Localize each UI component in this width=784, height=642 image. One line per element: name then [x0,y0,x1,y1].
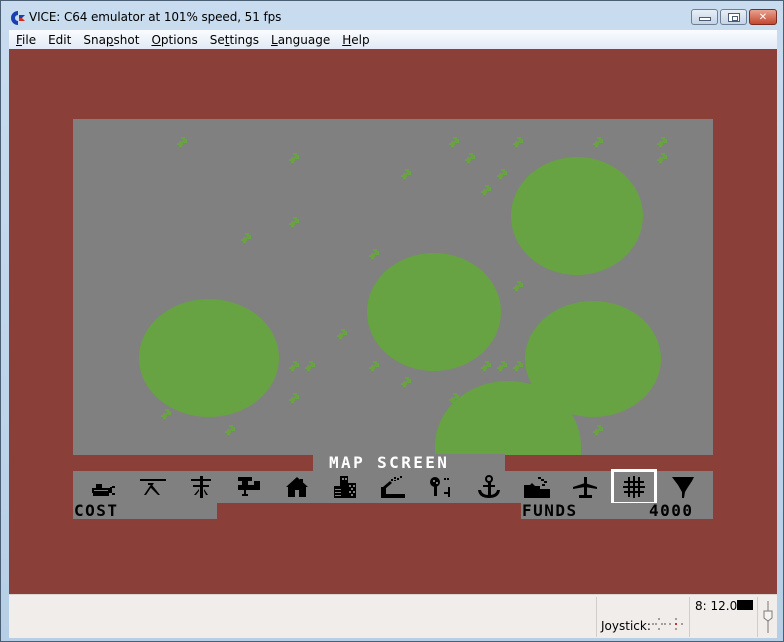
menu-settings[interactable]: Settings [204,31,265,49]
menu-snapshot[interactable]: Snapshot [77,31,145,49]
menu-edit[interactable]: Edit [42,31,77,49]
shrub-icon [657,137,667,147]
joystick-label: Joystick: [601,619,651,633]
map-screen-banner: MAP SCREEN [313,454,505,471]
shrub-icon [593,425,603,435]
shrub-icon [369,249,379,259]
title-bar[interactable]: VICE: C64 emulator at 101% speed, 51 fps… [1,1,783,31]
close-icon: ✕ [758,11,768,23]
joystick-port-2-icon[interactable] [669,617,683,631]
close-button[interactable]: ✕ [749,9,777,25]
shrub-icon [449,137,459,147]
shrub-icon [401,377,411,387]
menu-file[interactable]: File [9,31,42,49]
tool-industry[interactable] [513,471,561,503]
shrub-icon [481,185,491,195]
tool-map-grid[interactable] [611,469,657,505]
tool-road[interactable] [129,471,177,503]
banner-text: MAP SCREEN [329,453,450,472]
shrub-icon [513,361,523,371]
shrub-icon [401,169,411,179]
forest-patch [511,157,643,275]
tool-bulldozer[interactable] [81,471,129,503]
tool-palette [73,469,713,505]
forest-patch [139,299,279,417]
house-icon [286,477,308,497]
shrub-icon [593,137,603,147]
port-anchor-icon [478,475,500,498]
forest-patch [367,253,501,371]
map-grid-icon [623,476,645,498]
tool-power-line[interactable] [177,471,225,503]
cost-panel: COST [73,503,217,519]
shrub-icon [225,425,235,435]
tool-airport[interactable] [561,471,609,503]
shrub-icon [465,153,475,163]
shrub-icon [289,361,299,371]
shrub-icon [161,409,171,419]
funds-panel: FUNDS 4000 [521,503,713,519]
tool-water-pipe[interactable] [225,471,273,503]
office-building-icon [334,476,356,498]
shrub-icon [305,361,315,371]
status-divider [757,597,758,637]
tool-park[interactable] [417,471,465,503]
joystick-port-1-icon[interactable] [652,617,666,631]
shrub-icon [177,137,187,147]
shrub-icon [337,329,347,339]
drive-status: 8: 12.0 [695,599,738,613]
tool-disaster[interactable] [659,471,707,503]
volume-slider[interactable] [762,599,774,635]
maximize-button[interactable] [720,9,747,25]
tool-office[interactable] [321,471,369,503]
factory-icon [381,476,405,498]
shrub-icon [481,361,491,371]
status-divider [689,597,690,637]
funds-value: 4000 [649,501,694,520]
drive-led-indicator [737,600,753,610]
status-divider [596,597,597,637]
shrub-icon [513,137,523,147]
maximize-icon [727,12,740,22]
shrub-icon [513,281,523,291]
bulldozer-icon [92,484,115,496]
status-bar: 8: 12.0 Joystick: [9,594,777,638]
tool-factory[interactable] [369,471,417,503]
shrub-icon [289,393,299,403]
shrub-icon [497,361,507,371]
menu-language[interactable]: Language [265,31,336,49]
airport-icon [573,477,597,498]
menu-bar: File Edit Snapshot Options Settings Lang… [9,30,777,49]
water-pipe-icon [238,477,260,496]
park-icon [430,477,450,497]
shrub-icon [241,233,251,243]
industry-icon [524,477,550,498]
city-map[interactable] [73,119,713,455]
shrub-icon [657,153,667,163]
shrub-icon [289,217,299,227]
shrub-icon [497,169,507,179]
disaster-tornado-icon [672,477,694,498]
road-icon [140,479,166,495]
cost-label: COST [74,501,119,520]
vice-window: VICE: C64 emulator at 101% speed, 51 fps… [0,0,784,642]
power-line-icon [191,476,211,498]
commodore-logo-icon [11,11,25,25]
tool-house[interactable] [273,471,321,503]
minimize-icon [698,17,711,21]
shrub-icon [289,153,299,163]
menu-options[interactable]: Options [145,31,203,49]
shrub-icon [449,393,459,403]
minimize-button[interactable] [691,9,718,25]
window-title: VICE: C64 emulator at 101% speed, 51 fps [29,10,282,24]
tool-port[interactable] [465,471,513,503]
shrub-icon [369,361,379,371]
funds-label: FUNDS [522,501,578,520]
emulator-screen[interactable]: MAP SCREEN COST FUNDS 4000 [9,49,777,594]
menu-help[interactable]: Help [336,31,375,49]
